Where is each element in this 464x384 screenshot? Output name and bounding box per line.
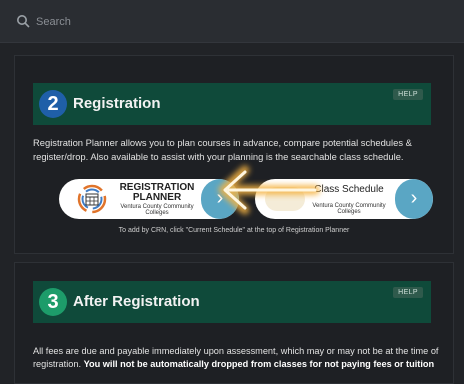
help-button[interactable]: HELP bbox=[393, 89, 423, 100]
schedule-banner-subtitle: Ventura County Community Colleges bbox=[312, 203, 386, 215]
schedule-logo-icon bbox=[265, 187, 305, 211]
schedule-banner-title: Class Schedule bbox=[314, 184, 384, 195]
section-description: Registration Planner allows you to plan … bbox=[33, 137, 412, 162]
section-title: After Registration bbox=[73, 293, 200, 310]
fees-text-bold: You will not be automatically dropped fr… bbox=[83, 359, 435, 369]
section-title: Registration bbox=[73, 95, 161, 112]
section-header: 2 Registration HELP bbox=[33, 83, 431, 125]
search-icon bbox=[17, 15, 30, 28]
calendar-grid-icon bbox=[77, 184, 107, 214]
chevron-right-icon[interactable]: › bbox=[201, 179, 239, 219]
chevron-right-icon[interactable]: › bbox=[395, 179, 433, 219]
class-schedule-link[interactable]: Class Schedule Ventura County Community … bbox=[255, 179, 433, 219]
registration-planner-link[interactable]: REGISTRATION PLANNER Ventura County Comm… bbox=[59, 179, 239, 219]
step-number-badge: 2 bbox=[39, 90, 67, 118]
search-input[interactable] bbox=[34, 11, 438, 33]
section-header: 3 After Registration HELP bbox=[33, 281, 431, 323]
registration-section: 2 Registration HELP Registration Planner… bbox=[14, 55, 454, 254]
step-number-badge: 3 bbox=[39, 288, 67, 316]
planner-banner-title: REGISTRATION PLANNER bbox=[119, 182, 195, 203]
fees-text: All fees are due and payable immediately… bbox=[33, 345, 443, 371]
search-bar bbox=[0, 0, 464, 43]
crn-caption: To add by CRN, click "Current Schedule" … bbox=[118, 227, 350, 234]
planner-banner-subtitle: Ventura County Community Colleges bbox=[120, 204, 194, 216]
help-button[interactable]: HELP bbox=[393, 287, 423, 298]
